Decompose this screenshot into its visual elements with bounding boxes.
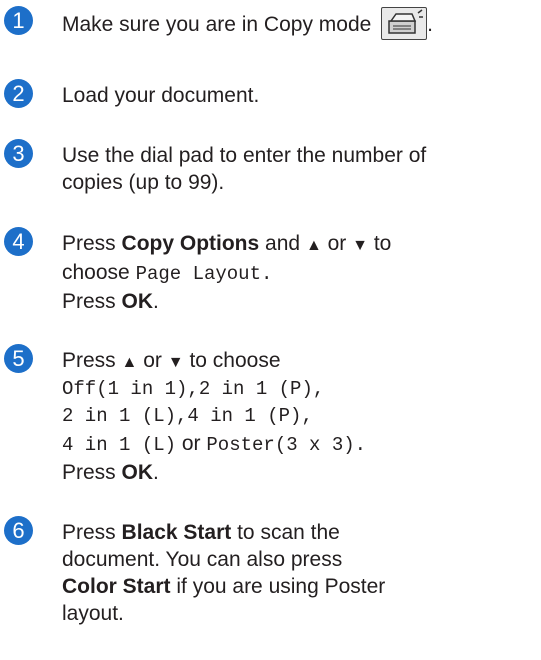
ok-key: OK — [121, 461, 154, 484]
down-arrow-icon: ▼ — [352, 237, 368, 254]
copy-mode-key-icon — [381, 7, 428, 40]
step-number-badge: 1 — [4, 6, 33, 35]
up-arrow-icon: ▲ — [121, 354, 138, 371]
color-start-key: Color Start — [62, 575, 171, 598]
option-line: 4 in 1 (L) — [62, 434, 177, 456]
step-1-text: Make sure you are in Copy mode . — [62, 7, 532, 42]
black-start-key: Black Start — [121, 521, 232, 544]
up-arrow-icon: ▲ — [305, 237, 322, 254]
down-arrow-icon: ▼ — [167, 354, 184, 371]
ok-key: OK — [121, 290, 154, 313]
step-3-text: Use the dial pad to enter the number of … — [62, 144, 427, 194]
step-number-badge: 4 — [4, 227, 33, 256]
step-text: Make sure you are in Copy mode — [62, 13, 372, 37]
option-line: Off(1 in 1),2 in 1 (P), — [62, 378, 325, 400]
step-5-text: Press ▲ or ▼ to choose Off(1 in 1),2 in … — [62, 347, 532, 486]
step-6-text: Press Black Start to scan the document. … — [62, 521, 386, 625]
step-4-text: Press Copy Options and ▲ or ▼ to choose … — [62, 232, 392, 313]
step-number-badge: 6 — [4, 516, 33, 545]
step-number-badge: 5 — [4, 344, 33, 373]
option-line: 2 in 1 (L),4 in 1 (P), — [62, 405, 313, 427]
step-text: Load your document. — [62, 84, 260, 107]
step-number-badge: 3 — [4, 139, 33, 168]
option-line: Poster(3 x 3). — [206, 434, 367, 456]
copy-options-key: Copy Options — [121, 232, 260, 255]
step-number-badge: 2 — [4, 79, 33, 108]
menu-setting-name: Page Layout. — [135, 263, 273, 285]
